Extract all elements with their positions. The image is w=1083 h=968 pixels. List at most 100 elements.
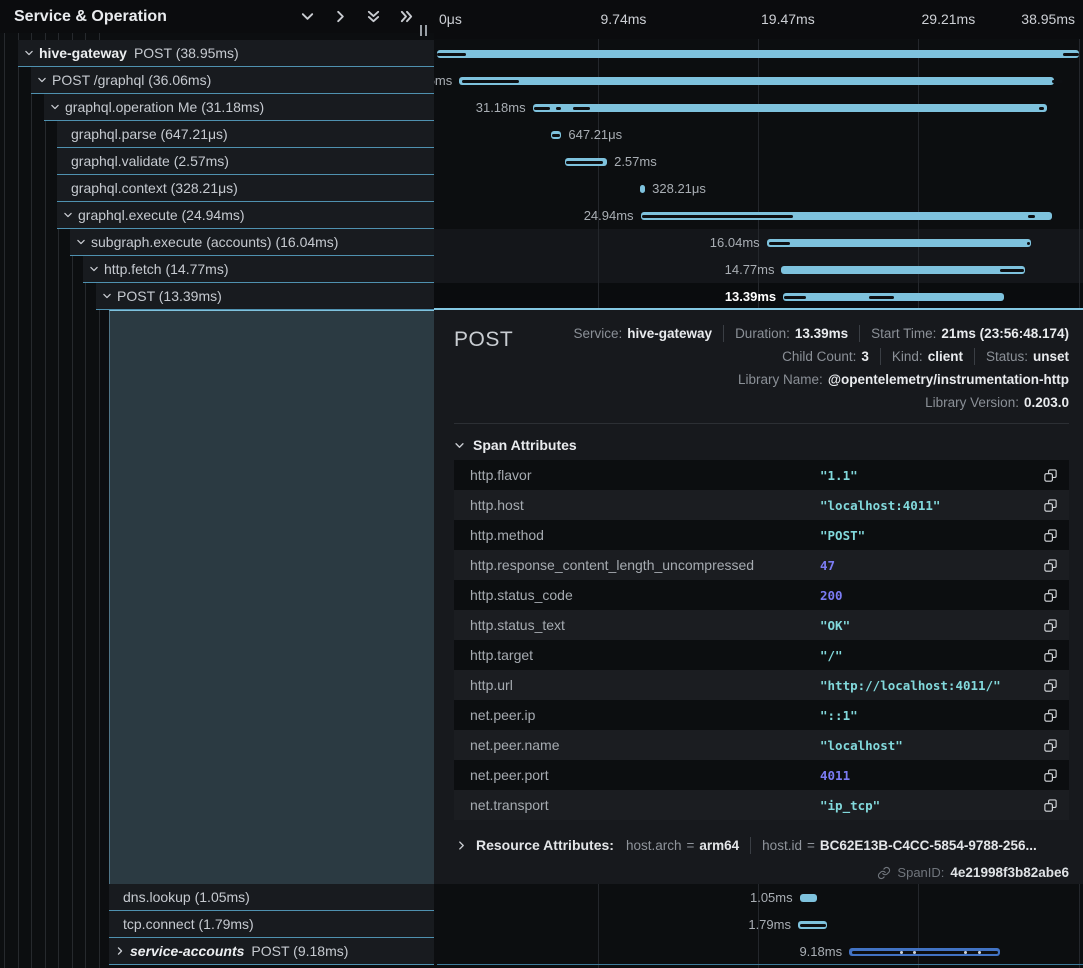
span-duration-label: 13.39ms — [725, 283, 776, 310]
tree-header-title: Service & Operation — [0, 8, 167, 26]
double-chevron-down-icon-button[interactable] — [364, 8, 382, 26]
timeline-tick-label: 0μs — [439, 11, 462, 27]
trace-viewer: 0μs9.74ms19.47ms29.21ms38.95ms 36.06ms31… — [0, 0, 1083, 968]
span-bar-subsegment — [1027, 242, 1030, 245]
meta-separator — [723, 325, 724, 342]
span-bar[interactable] — [437, 50, 1079, 58]
tree-row[interactable]: graphql.execute (24.94ms) — [57, 202, 434, 229]
copy-icon[interactable] — [1037, 648, 1063, 663]
chevron-right-icon[interactable] — [113, 946, 127, 956]
timeline-tick-label: 19.47ms — [761, 11, 815, 27]
attribute-value: "::1" — [820, 708, 1037, 723]
tree-row[interactable]: tcp.connect (1.79ms) — [109, 911, 434, 938]
copy-icon[interactable] — [1037, 528, 1063, 543]
chevron-down-icon — [50, 102, 60, 112]
tree-row[interactable]: dns.lookup (1.05ms) — [109, 884, 434, 911]
chevron-right-icon-button[interactable] — [331, 8, 349, 26]
meta-value: client — [928, 349, 963, 364]
operation-label: POST (38.95ms) — [134, 45, 239, 61]
attribute-value: 4011 — [820, 768, 1037, 783]
resource-attributes-row[interactable]: Resource Attributes: host.arch=arm64host… — [454, 833, 1069, 857]
span-bar[interactable] — [767, 239, 1031, 247]
chevron-down-icon[interactable] — [61, 210, 75, 220]
copy-icon[interactable] — [1037, 468, 1063, 483]
attribute-key: net.transport — [470, 797, 820, 813]
span-bar[interactable] — [800, 894, 817, 902]
tree-row[interactable]: graphql.operation Me (31.18ms) — [44, 94, 434, 121]
timeline-pane: 0μs9.74ms19.47ms29.21ms38.95ms 36.06ms31… — [434, 0, 1083, 968]
span-bar[interactable] — [640, 185, 645, 193]
resource-separator — [750, 837, 751, 854]
copy-icon[interactable] — [1037, 678, 1063, 693]
resource-pair: host.id=BC62E13B-C4CC-5854-9788-256... — [762, 838, 1037, 853]
span-bar[interactable] — [781, 266, 1024, 274]
tree-row[interactable]: graphql.parse (647.21μs) — [57, 121, 434, 148]
resource-attributes-title: Resource Attributes: — [476, 837, 614, 853]
span-bar[interactable] — [533, 104, 1047, 112]
copy-icon[interactable] — [1037, 798, 1063, 813]
span-bar-subsegment — [769, 242, 790, 245]
attribute-key: http.status_text — [470, 617, 820, 633]
chevron-down-icon[interactable] — [100, 291, 114, 301]
span-bar-subsegment — [534, 107, 550, 110]
chevron-down-icon[interactable] — [48, 102, 62, 112]
tree-header: Service & Operation — [0, 0, 434, 33]
tree-row[interactable]: graphql.context (328.21μs) — [57, 175, 434, 202]
attribute-row: http.method"POST" — [454, 520, 1069, 550]
span-bar-subsegment — [1039, 107, 1044, 110]
resource-key: host.arch — [626, 838, 682, 853]
tree-row[interactable]: service-accountsPOST (9.18ms) — [109, 938, 434, 965]
copy-icon[interactable] — [1037, 738, 1063, 753]
span-id-row: SpanID: 4e21998f3b82abe6 — [454, 865, 1069, 880]
attribute-key: http.flavor — [470, 467, 820, 483]
link-icon[interactable] — [877, 866, 891, 880]
resource-equals: = — [807, 838, 815, 853]
span-bar[interactable] — [459, 77, 1053, 85]
operation-label: graphql.parse (647.21μs) — [71, 126, 228, 142]
attribute-key: http.method — [470, 527, 820, 543]
copy-icon[interactable] — [1037, 618, 1063, 633]
span-detail-panel: POST Service:hive-gatewayDuration:13.39m… — [434, 308, 1083, 884]
meta-label: Status: — [986, 349, 1028, 364]
attribute-key: http.host — [470, 497, 820, 513]
span-meta-line: Service:hive-gatewayDuration:13.39msStar… — [573, 322, 1069, 344]
span-duration-label: 1.79ms — [748, 911, 791, 938]
tree-row[interactable]: hive-gatewayPOST (38.95ms) — [18, 40, 434, 67]
timeline-tick-label: 38.95ms — [1021, 11, 1075, 27]
detail-divider — [454, 423, 1069, 424]
span-attributes-title: Span Attributes — [473, 437, 577, 453]
span-attributes-header[interactable]: Span Attributes — [454, 432, 1069, 458]
tree-row[interactable]: graphql.validate (2.57ms) — [57, 148, 434, 175]
span-duration-label: 24.94ms — [584, 202, 634, 229]
span-meta-line: Library Name: @opentelemetry/instrumentat… — [738, 368, 1069, 390]
attribute-value: "OK" — [820, 618, 1037, 633]
copy-icon[interactable] — [1037, 558, 1063, 573]
chevron-down-icon-button[interactable] — [298, 8, 316, 26]
tree-row[interactable]: subgraph.execute (accounts) (16.04ms) — [70, 229, 434, 256]
tree-row[interactable]: http.fetch (14.77ms) — [83, 256, 434, 283]
double-chevron-right-icon-button[interactable] — [397, 8, 415, 26]
meta-pair: Service:hive-gateway — [573, 326, 712, 341]
span-bar-subsegment — [869, 296, 894, 299]
meta-label: Library Name: — [738, 372, 823, 387]
copy-icon[interactable] — [1037, 498, 1063, 513]
chevron-down-icon[interactable] — [22, 48, 36, 58]
attribute-row: http.url"http://localhost:4011/" — [454, 670, 1069, 700]
copy-icon[interactable] — [1037, 708, 1063, 723]
operation-label: subgraph.execute (accounts) (16.04ms) — [91, 234, 338, 250]
resource-value: arm64 — [699, 838, 739, 853]
copy-icon[interactable] — [1037, 768, 1063, 783]
meta-value: hive-gateway — [627, 326, 712, 341]
chevron-down-icon[interactable] — [87, 264, 101, 274]
chevron-down-icon[interactable] — [74, 237, 88, 247]
tree-row-selected[interactable]: POST (13.39ms) — [96, 283, 434, 310]
pane-resize-handle[interactable] — [420, 25, 427, 36]
copy-icon[interactable] — [1037, 588, 1063, 603]
tree-row[interactable]: POST /graphql (36.06ms) — [31, 67, 434, 94]
chevron-down-icon[interactable] — [35, 75, 49, 85]
meta-pair: Child Count:3 — [782, 349, 869, 364]
double-chevron-right-icon — [399, 9, 414, 24]
attribute-key: net.peer.name — [470, 737, 820, 753]
resource-pair: host.arch=arm64 — [626, 838, 739, 853]
meta-value: @opentelemetry/instrumentation-http — [828, 372, 1069, 387]
